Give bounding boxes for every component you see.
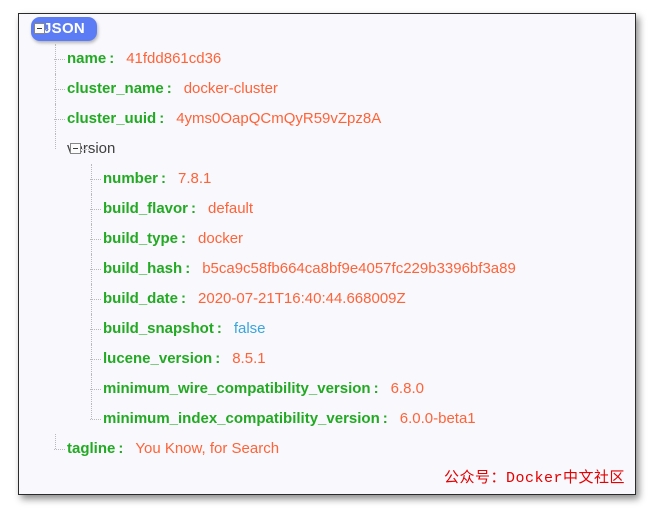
value-label: b5ca9c58fb664ca8bf9e4057fc229b3396bf3a89 <box>202 260 516 277</box>
tree-guide <box>90 239 101 240</box>
tree-row-version[interactable]: version <box>19 134 635 164</box>
value-label: 6.0.0-beta1 <box>400 410 476 427</box>
key-colon: : <box>185 260 190 277</box>
collapse-minus-icon[interactable] <box>70 143 81 154</box>
key-colon: : <box>374 380 379 397</box>
key-colon: : <box>215 350 220 367</box>
tree-row-build-date[interactable]: build_date:2020-07-21T16:40:44.668009Z <box>19 284 635 314</box>
value-label: 4yms0OapQCmQyR59vZpz8A <box>176 110 381 127</box>
tree-guide <box>90 419 101 420</box>
key-colon: : <box>159 110 164 127</box>
tree-row-lucene-version[interactable]: lucene_version:8.5.1 <box>19 344 635 374</box>
key-colon: : <box>217 320 222 337</box>
key-label: cluster_uuid <box>67 110 156 127</box>
key-label: build_type <box>103 230 178 247</box>
key-label: build_hash <box>103 260 182 277</box>
key-colon: : <box>181 290 186 307</box>
tree-row-minimum-index-compatibility-version[interactable]: minimum_index_compatibility_version:6.0.… <box>19 404 635 434</box>
tree-guide <box>54 119 65 120</box>
key-label: build_snapshot <box>103 320 214 337</box>
value-label: false <box>234 320 266 337</box>
tree-row-number[interactable]: number:7.8.1 <box>19 164 635 194</box>
key-label: cluster_name <box>67 80 164 97</box>
key-label: minimum_index_compatibility_version <box>103 410 380 427</box>
tree-row-tagline[interactable]: tagline: You Know, for Search <box>19 434 635 464</box>
key-label: tagline <box>67 440 115 457</box>
tree-guide <box>82 149 91 150</box>
tree-guide <box>46 29 55 30</box>
key-colon: : <box>181 230 186 247</box>
key-label: name <box>67 50 106 67</box>
tree-row-build-hash[interactable]: build_hash: b5ca9c58fb664ca8bf9e4057fc229… <box>19 254 635 284</box>
tree-guide <box>90 359 101 360</box>
value-label: docker-cluster <box>184 80 278 97</box>
key-label: build_date <box>103 290 178 307</box>
tree-guide <box>90 179 101 180</box>
key-colon: : <box>167 80 172 97</box>
tree-row-cluster-uuid[interactable]: cluster_uuid:4yms0OapQCmQyR59vZpz8A <box>19 104 635 134</box>
tree-guide <box>55 434 56 449</box>
key-label: lucene_version <box>103 350 212 367</box>
value-label: 8.5.1 <box>232 350 265 367</box>
key-label: build_flavor <box>103 200 188 217</box>
tree-guide <box>90 209 101 210</box>
key-colon: : <box>118 440 123 457</box>
tree-guide <box>54 449 65 450</box>
key-label: number <box>103 170 158 187</box>
value-label: 7.8.1 <box>178 170 211 187</box>
key-colon: : <box>161 170 166 187</box>
value-label: default <box>208 200 253 217</box>
tree-row-root[interactable]: JSON <box>19 14 635 44</box>
tree-guide <box>90 299 101 300</box>
tree-row-minimum-wire-compatibility-version[interactable]: minimum_wire_compatibility_version:6.8.0 <box>19 374 635 404</box>
tree-row-name[interactable]: name:41fdd861cd36 <box>19 44 635 74</box>
tree-guide <box>54 59 65 60</box>
value-label: 6.8.0 <box>391 380 424 397</box>
key-colon: : <box>109 50 114 67</box>
tree-guide <box>55 134 56 149</box>
key-colon: : <box>191 200 196 217</box>
value-label: docker <box>198 230 243 247</box>
value-label: 2020-07-21T16:40:44.668009Z <box>198 290 406 307</box>
tree-row-build-type[interactable]: build_type: docker <box>19 224 635 254</box>
tree-guide <box>91 404 92 419</box>
collapse-minus-icon[interactable] <box>34 23 45 34</box>
json-tree: JSON name:41fdd861cd36 cluster_name:dock… <box>19 14 635 464</box>
tree-guide <box>90 389 101 390</box>
key-colon: : <box>383 410 388 427</box>
key-label: minimum_wire_compatibility_version <box>103 380 371 397</box>
tree-row-cluster-name[interactable]: cluster_name: docker-cluster <box>19 74 635 104</box>
tree-row-build-snapshot[interactable]: build_snapshot: false <box>19 314 635 344</box>
json-viewer-panel: JSON name:41fdd861cd36 cluster_name:dock… <box>18 13 636 495</box>
tree-guide <box>90 269 101 270</box>
value-label: You Know, for Search <box>135 440 279 457</box>
tree-row-build-flavor[interactable]: build_flavor: default <box>19 194 635 224</box>
tree-guide <box>90 329 101 330</box>
watermark-label: 公众号：Docker中文社区 <box>444 466 625 487</box>
tree-guide <box>54 89 65 90</box>
value-label: 41fdd861cd36 <box>126 50 221 67</box>
